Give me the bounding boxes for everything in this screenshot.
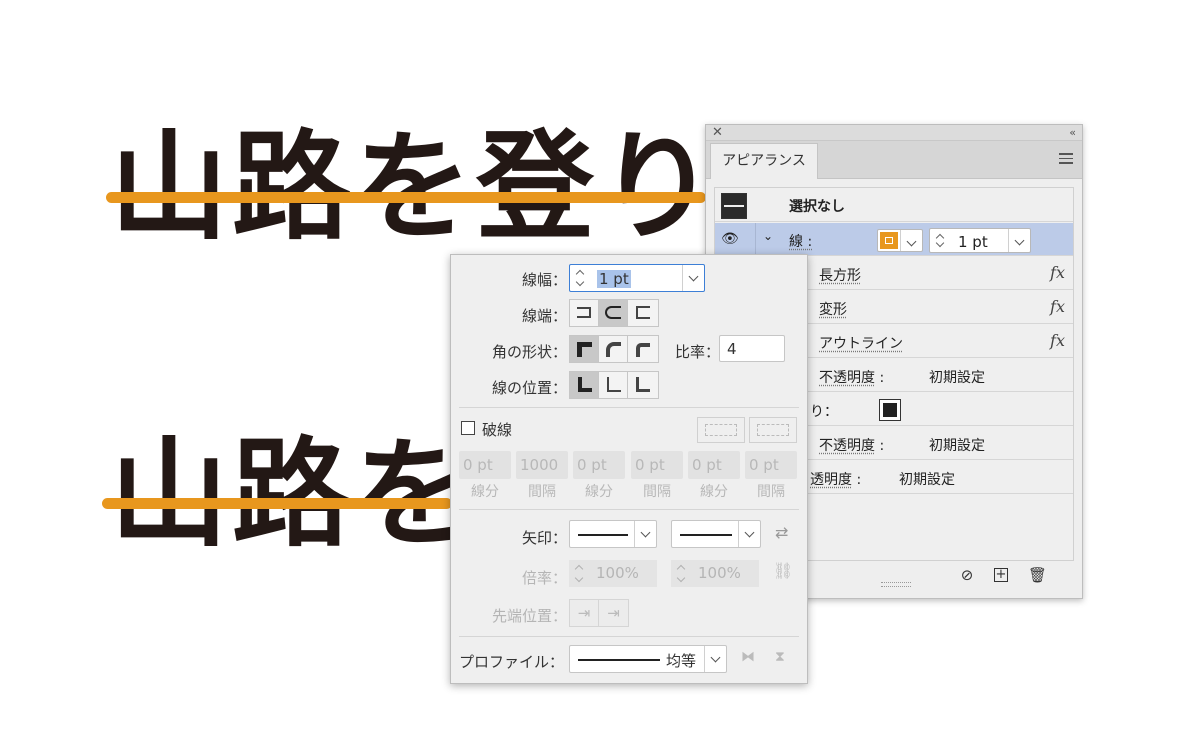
opacity-value: 初期設定 [929,370,985,386]
miter-join-icon[interactable] [570,336,599,362]
stroke-width-value: 1 pt [597,270,631,288]
stroke-width-field[interactable]: 1 pt [929,228,1031,253]
eye-icon[interactable]: 👁 [721,231,739,247]
fill-color-swatch[interactable] [879,399,901,421]
selection-status: 選択なし [789,199,845,215]
round-cap-icon[interactable] [599,300,628,326]
opacity-label[interactable]: 不透明度 : [819,435,884,455]
profile-value: 均等 [666,652,697,670]
dashed-checkbox[interactable] [461,421,475,435]
artwork-text-line-2[interactable]: 山路を [110,435,476,553]
gap-value-input[interactable]: 1000 [516,451,568,479]
align-center-icon[interactable] [570,372,599,398]
fx-icon[interactable]: fx [1050,263,1065,282]
align-inside-icon[interactable] [599,372,628,398]
arrowhead-label: 矢印： [521,529,567,547]
dash-preserve-icon[interactable] [697,417,745,443]
align-segment [569,371,659,399]
chevron-down-icon[interactable]: ⌄ [763,229,773,243]
start-scale-value: 100% [596,564,639,582]
panel-menu-icon[interactable] [1059,153,1073,167]
round-join-icon[interactable] [599,336,628,362]
arrow-tip-segment: ⇥ ⇥ [569,599,629,627]
dash-caption: 線分 [471,484,499,500]
artwork-strikethrough-line-2[interactable] [102,498,452,509]
fx-icon[interactable]: fx [1050,297,1065,316]
collapse-icon[interactable]: ‹‹ [1069,125,1076,141]
opacity-value: 初期設定 [929,438,985,454]
tip-place-icon[interactable]: ⇥ [599,600,628,626]
miter-ratio-value: 4 [727,340,737,358]
stroke-label[interactable]: 線 : [789,231,812,251]
corner-label: 角の形状： [491,343,567,361]
selection-thumbnail [721,193,747,219]
resize-grip[interactable] [881,582,911,587]
corner-segment [569,335,659,363]
effect-label[interactable]: 長方形 [819,265,861,285]
miter-ratio-label: 比率： [675,343,721,361]
stroke-width-input[interactable]: 1 pt [569,264,705,292]
opacity-value: 初期設定 [899,472,955,488]
dash-caption: 線分 [585,484,613,500]
gap-value-input[interactable]: 0 pt [631,451,683,479]
flip-across-icon[interactable]: ⧗ [775,649,785,665]
dash-align-icon[interactable] [749,417,797,443]
trash-icon[interactable]: 🗑 [1028,566,1047,584]
fill-label[interactable]: り： [810,401,838,421]
opacity-label[interactable]: 透明度 : [810,469,861,489]
fx-icon[interactable]: fx [1050,331,1065,350]
opacity-label[interactable]: 不透明度 : [819,367,884,387]
dash-value-input[interactable]: 0 pt [573,451,625,479]
link-scale-icon[interactable]: ⛓ [773,561,793,580]
gap-caption: 間隔 [643,484,671,500]
butt-cap-icon[interactable] [570,300,599,326]
arrow-tip-label: 先端位置： [491,607,567,625]
artwork-strikethrough-line-1[interactable] [106,192,706,203]
gap-caption: 間隔 [528,484,556,500]
stroke-color-swatch[interactable] [877,229,923,252]
appearance-header-row: 選択なし [715,188,1073,222]
clear-appearance-icon[interactable]: ⊘ [958,566,976,584]
profile-label: プロファイル： [459,653,565,671]
align-outside-icon[interactable] [628,372,657,398]
align-label: 線の位置： [491,379,567,397]
dash-value-input[interactable]: 0 pt [459,451,511,479]
effect-label[interactable]: アウトライン [819,333,903,353]
start-scale-input[interactable]: 100% [569,560,657,587]
start-arrowhead-dropdown[interactable] [569,520,657,548]
gap-value-input[interactable]: 0 pt [745,451,797,479]
cap-label: 線端： [521,307,567,325]
dash-caption: 線分 [700,484,728,500]
projecting-cap-icon[interactable] [628,300,657,326]
effect-label[interactable]: 変形 [819,299,847,319]
scale-label: 倍率： [521,569,567,587]
bevel-join-icon[interactable] [628,336,657,362]
dashed-label: 破線 [482,421,513,439]
stroke-options-popup: 線幅： 1 pt 線端： 角の形状： 比率： 4 線の位置： 破線 0 pt 1… [450,254,808,684]
panel-tab-row: アピアランス [706,141,1082,179]
profile-dropdown[interactable]: 均等 [569,645,727,673]
panel-titlebar[interactable]: ✕ ‹‹ [706,125,1082,141]
tip-extend-icon[interactable]: ⇥ [570,600,599,626]
end-scale-value: 100% [698,564,741,582]
stroke-attribute-row[interactable]: 👁 ⌄ 線 : 1 pt [715,223,1073,256]
add-new-icon[interactable]: + [994,568,1008,582]
miter-ratio-input[interactable]: 4 [719,335,785,362]
dash-value-input[interactable]: 0 pt [688,451,740,479]
end-scale-input[interactable]: 100% [671,560,759,587]
flip-along-icon[interactable]: ⧓ [741,649,755,665]
close-icon[interactable]: ✕ [712,125,723,141]
gap-caption: 間隔 [757,484,785,500]
cap-segment [569,299,659,327]
end-arrowhead-dropdown[interactable] [671,520,761,548]
swap-arrows-icon[interactable]: ⇄ [775,523,788,542]
tab-appearance[interactable]: アピアランス [710,143,818,179]
stroke-width-label: 線幅： [521,271,567,289]
